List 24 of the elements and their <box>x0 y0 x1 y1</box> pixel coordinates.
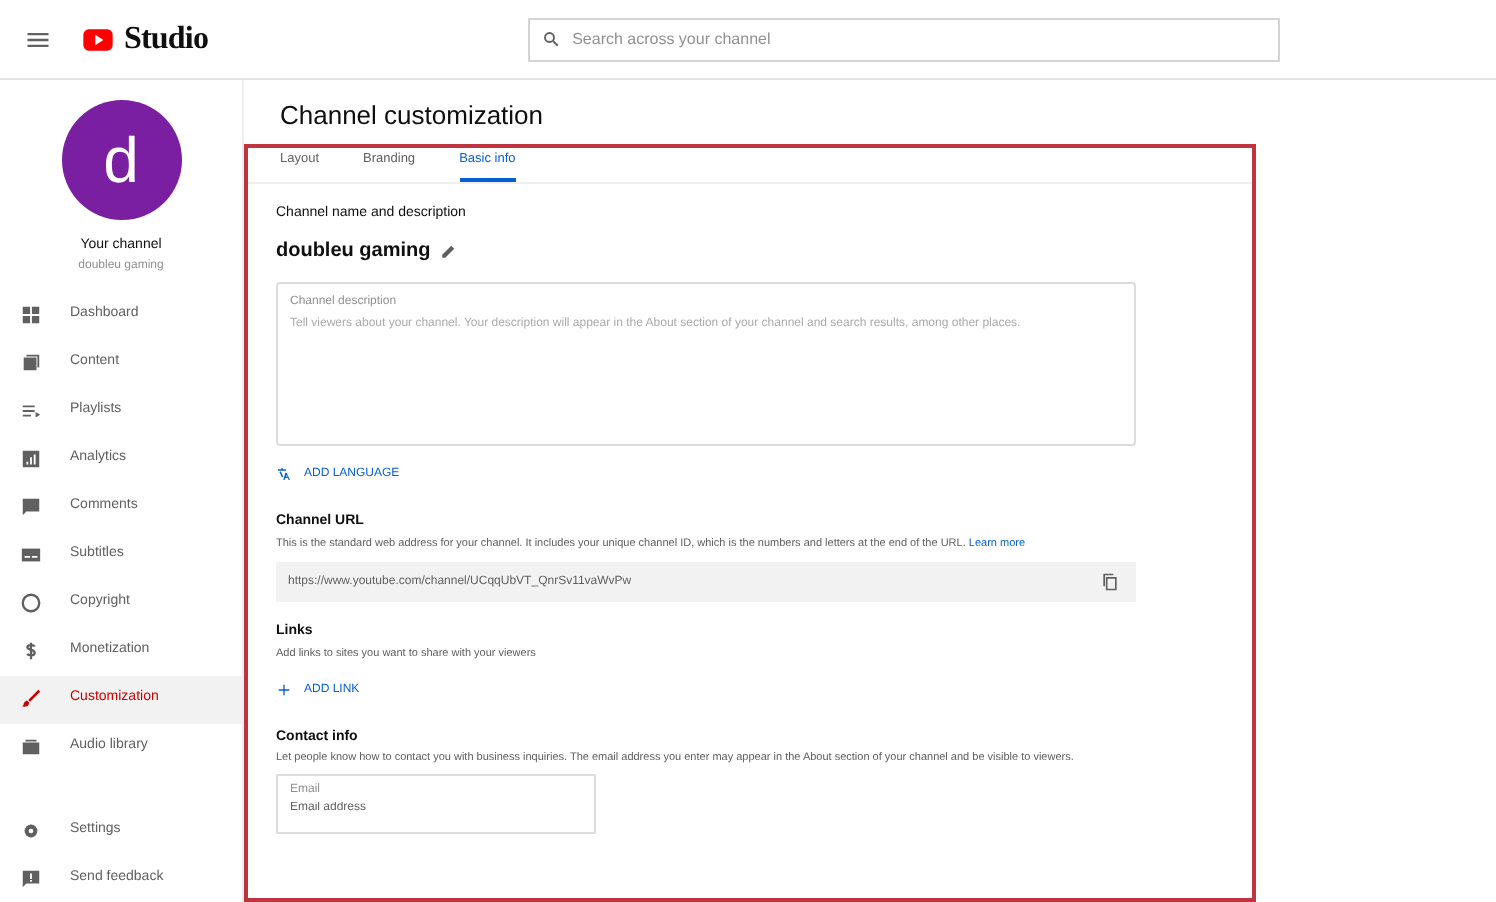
bar-chart-icon <box>20 448 42 470</box>
brush-icon <box>20 688 42 710</box>
settings-icon <box>20 819 42 841</box>
search-bar[interactable]: Search across your channel <box>528 17 1281 61</box>
search-icon <box>542 30 561 48</box>
plus-icon <box>276 682 292 699</box>
translate-icon <box>276 466 292 482</box>
circle-icon <box>20 592 42 614</box>
speech-bubble-icon <box>20 496 42 518</box>
avatar[interactable]: d <box>61 100 181 220</box>
logo-text: Studio <box>124 19 209 59</box>
list-icon <box>20 400 42 422</box>
page-title: Channel customization <box>278 98 546 134</box>
dollar-icon <box>20 640 42 662</box>
grid-icon <box>20 304 42 326</box>
channel-name: doubleu gaming <box>276 237 431 265</box>
copy-icon[interactable] <box>1100 572 1120 592</box>
search-field[interactable]: Search across your channel <box>572 27 1267 51</box>
folder-icon <box>20 736 42 758</box>
studio-logo[interactable]: Studio <box>76 15 209 63</box>
subtitles-icon <box>20 544 42 566</box>
pencil-icon[interactable] <box>440 241 459 259</box>
stacked-squares-icon <box>20 352 42 374</box>
feedback-icon <box>20 867 42 889</box>
